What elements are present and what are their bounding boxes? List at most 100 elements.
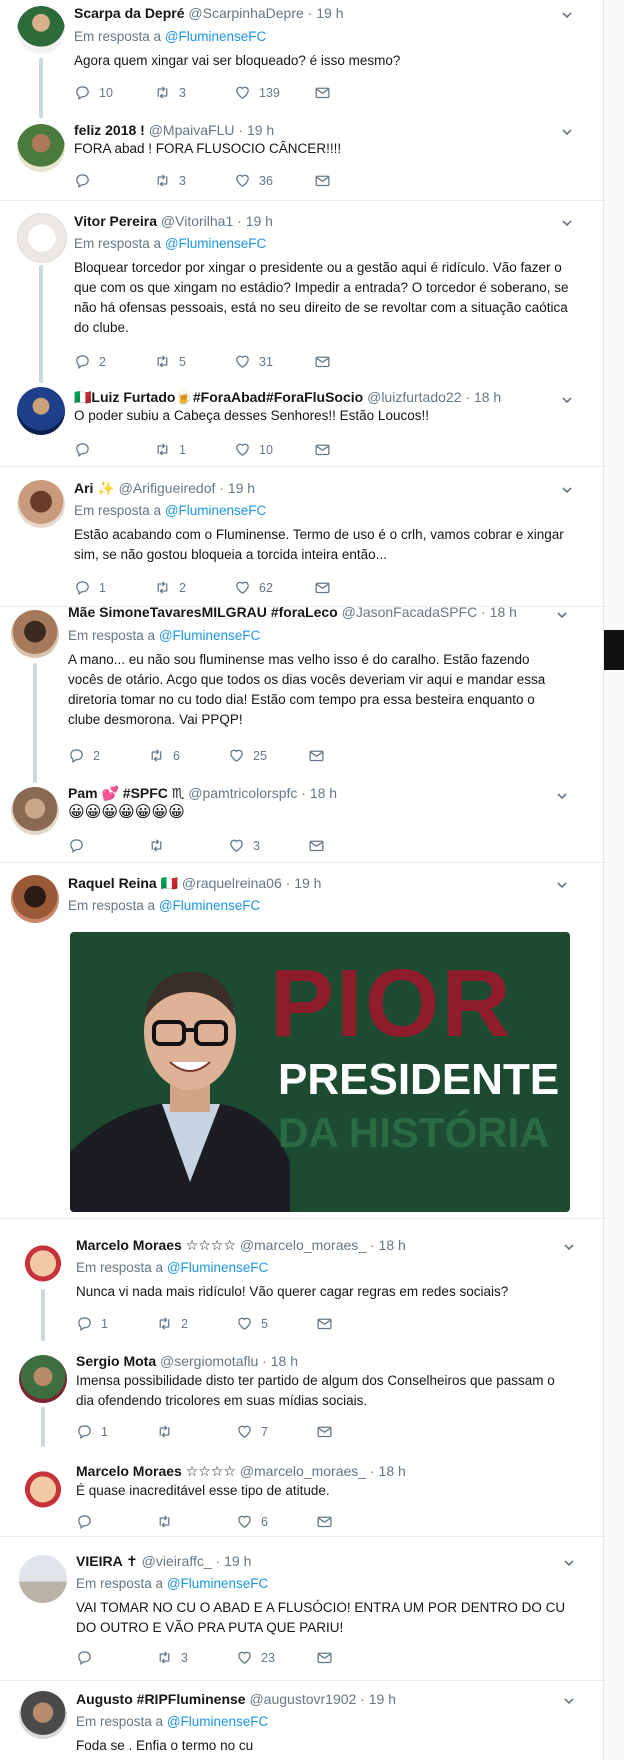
reply-button[interactable]: 10 [74, 84, 113, 101]
chevron-down-icon[interactable] [562, 10, 572, 20]
message-button[interactable] [316, 1315, 333, 1332]
like-button[interactable]: 36 [234, 172, 273, 189]
display-name[interactable]: Raquel Reina 🇮🇹 [68, 875, 178, 891]
avatar[interactable] [17, 480, 65, 528]
timestamp[interactable]: 18 h [379, 1237, 406, 1253]
like-button[interactable]: 7 [236, 1423, 268, 1440]
message-button[interactable] [314, 84, 331, 101]
like-button[interactable]: 25 [228, 747, 267, 764]
chevron-down-icon[interactable] [562, 127, 572, 137]
reply-mention[interactable]: @FluminenseFC [165, 503, 266, 518]
handle[interactable]: @raquelreina06 [182, 875, 282, 891]
message-button[interactable] [316, 1649, 333, 1666]
retweet-button[interactable]: 3 [156, 1649, 188, 1666]
retweet-button[interactable]: 2 [156, 1315, 188, 1332]
message-button[interactable] [308, 747, 325, 764]
tweet[interactable]: Raquel Reina 🇮🇹 @raquelreina06 · 19 h Em… [0, 862, 606, 1219]
avatar[interactable] [17, 213, 67, 263]
retweet-button[interactable]: 6 [148, 747, 180, 764]
display-name[interactable]: 🇮🇹Luiz Furtado🍺#ForaAbad#ForaFluSocio [74, 389, 363, 405]
like-button[interactable]: 10 [234, 441, 273, 458]
chevron-down-icon[interactable] [557, 610, 567, 620]
retweet-button[interactable] [156, 1513, 181, 1530]
display-name[interactable]: Sergio Mota [76, 1353, 156, 1369]
reply-button[interactable] [74, 172, 99, 189]
like-button[interactable]: 31 [234, 353, 273, 370]
tweet-image[interactable]: PIOR PRESIDENTE DA HISTÓRIA [70, 932, 570, 1212]
tweet[interactable]: Scarpa da Depré @ScarpinhaDepre · 19 h E… [0, 0, 606, 200]
scrollbar[interactable] [603, 0, 624, 1760]
retweet-button[interactable]: 5 [154, 353, 186, 370]
reply-mention[interactable]: @FluminenseFC [167, 1714, 268, 1729]
avatar[interactable] [11, 610, 59, 658]
reply-mention[interactable]: @FluminenseFC [165, 236, 266, 251]
display-name[interactable]: Augusto #RIPFluminense [76, 1691, 246, 1707]
display-name[interactable]: VIEIRA ✝ [76, 1553, 138, 1569]
like-button[interactable]: 62 [234, 579, 273, 596]
message-button[interactable] [314, 172, 331, 189]
display-name[interactable]: Marcelo Moraes ☆☆☆☆ [76, 1463, 236, 1479]
reply-button[interactable]: 2 [74, 353, 106, 370]
reply-button[interactable]: 1 [76, 1423, 108, 1440]
chevron-down-icon[interactable] [564, 1558, 574, 1568]
timestamp[interactable]: 18 h [379, 1463, 406, 1479]
handle[interactable]: @ScarpinhaDepre [188, 5, 303, 21]
retweet-button[interactable] [148, 837, 173, 854]
timestamp[interactable]: 19 h [247, 122, 274, 138]
tweet[interactable]: Augusto #RIPFluminense @augustovr1902 · … [0, 1680, 606, 1761]
avatar[interactable] [19, 1355, 67, 1403]
tweet[interactable]: Vitor Pereira @Vitorilha1 · 19 h Em resp… [0, 200, 606, 467]
handle[interactable]: @Arifigueiredof [119, 480, 216, 496]
handle[interactable]: @sergiomotaflu [160, 1353, 258, 1369]
timestamp[interactable]: 19 h [369, 1691, 396, 1707]
avatar[interactable] [19, 1555, 67, 1603]
timestamp[interactable]: 19 h [228, 480, 255, 496]
handle[interactable]: @JasonFacadaSPFC [342, 604, 478, 620]
message-button[interactable] [316, 1513, 333, 1530]
reply-button[interactable]: 1 [76, 1315, 108, 1332]
timestamp[interactable]: 18 h [474, 389, 501, 405]
chevron-down-icon[interactable] [562, 218, 572, 228]
chevron-down-icon[interactable] [557, 880, 567, 890]
message-button[interactable] [314, 353, 331, 370]
display-name[interactable]: Pam 💕 #SPFC ♏ [68, 785, 184, 801]
retweet-button[interactable]: 3 [154, 172, 186, 189]
avatar[interactable] [11, 875, 59, 923]
handle[interactable]: @Vitorilha1 [161, 213, 233, 229]
handle[interactable]: @vieiraffc_ [142, 1553, 212, 1569]
retweet-button[interactable]: 2 [154, 579, 186, 596]
handle[interactable]: @marcelo_moraes_ [240, 1237, 366, 1253]
message-button[interactable] [316, 1423, 333, 1440]
display-name[interactable]: feliz 2018 ! [74, 122, 145, 138]
timestamp[interactable]: 18 h [310, 785, 337, 801]
handle[interactable]: @marcelo_moraes_ [240, 1463, 366, 1479]
tweet[interactable]: Marcelo Moraes ☆☆☆☆ @marcelo_moraes_ · 1… [0, 1218, 606, 1537]
handle[interactable]: @pamtricolorspfc [188, 785, 297, 801]
reply-mention[interactable]: @FluminenseFC [167, 1576, 268, 1591]
message-button[interactable] [314, 579, 331, 596]
reply-button[interactable] [76, 1649, 101, 1666]
display-name[interactable]: Scarpa da Depré [74, 5, 185, 21]
reply-button[interactable]: 2 [68, 747, 100, 764]
avatar[interactable] [17, 6, 65, 54]
reply-mention[interactable]: @FluminenseFC [167, 1260, 268, 1275]
timestamp[interactable]: 19 h [224, 1553, 251, 1569]
reply-button[interactable] [68, 837, 93, 854]
like-button[interactable]: 139 [234, 84, 280, 101]
handle[interactable]: @luizfurtado22 [367, 389, 461, 405]
timestamp[interactable]: 19 h [246, 213, 273, 229]
chevron-down-icon[interactable] [557, 791, 567, 801]
chevron-down-icon[interactable] [564, 1696, 574, 1706]
display-name[interactable]: Mãe SimoneTavaresMILGRAU #foraLeco [68, 604, 338, 620]
like-button[interactable]: 3 [228, 837, 260, 854]
timestamp[interactable]: 19 h [316, 5, 343, 21]
tweet[interactable]: Ari ✨ @Arifigueiredof · 19 h Em resposta… [0, 466, 606, 607]
reply-mention[interactable]: @FluminenseFC [165, 29, 266, 44]
chevron-down-icon[interactable] [562, 395, 572, 405]
retweet-button[interactable]: 1 [154, 441, 186, 458]
handle[interactable]: @MpaivaFLU [149, 122, 235, 138]
scroll-thumb[interactable] [604, 630, 624, 670]
reply-button[interactable] [74, 441, 99, 458]
retweet-button[interactable]: 3 [154, 84, 186, 101]
avatar[interactable] [11, 787, 59, 835]
